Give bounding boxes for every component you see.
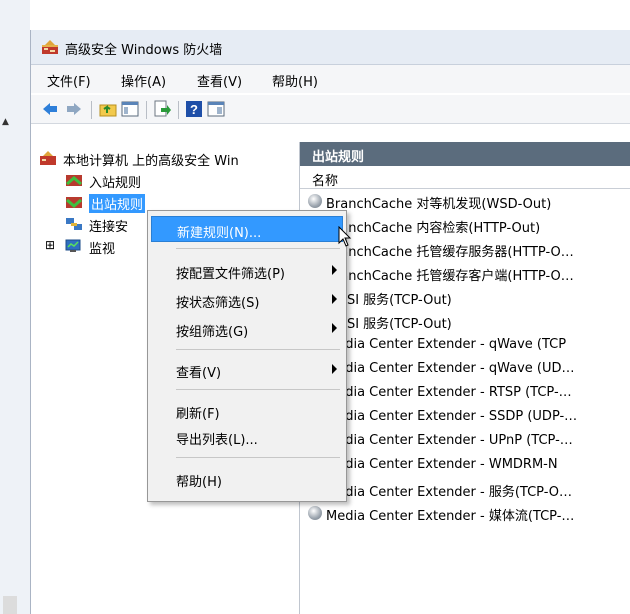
rule-status-icon bbox=[308, 194, 322, 208]
rule-row[interactable]: Media Center Extender - RTSP (TCP-… bbox=[300, 382, 630, 404]
menu-item-new-rule[interactable]: 新建规则(N)... bbox=[151, 216, 343, 242]
menu-item-label: 导出列表(L)... bbox=[176, 433, 258, 448]
svg-text:?: ? bbox=[190, 102, 198, 117]
monitoring-icon bbox=[65, 239, 81, 252]
rule-name: Media Center Extender - UPnP (TCP-… bbox=[326, 433, 573, 448]
menu-item-label: 查看(V) bbox=[176, 366, 222, 381]
menu-bar: 文件(F) 操作(A) 查看(V) 帮助(H) bbox=[31, 65, 630, 93]
rule-row[interactable]: Media Center Extender - 服务(TCP-O… bbox=[300, 478, 630, 500]
submenu-arrow-icon bbox=[332, 364, 337, 374]
rule-name: BranchCache 托管缓存服务器(HTTP-O… bbox=[326, 245, 574, 260]
connection-security-icon bbox=[66, 218, 82, 230]
menu-item-label: 新建规则(N)... bbox=[177, 226, 262, 241]
rule-row[interactable]: Media Center Extender - SSDP (UDP-… bbox=[300, 406, 630, 428]
rule-row[interactable]: Media Center Extender - UPnP (TCP-… bbox=[300, 430, 630, 452]
rule-name: Media Center Extender - 媒体流(TCP-… bbox=[326, 509, 575, 524]
up-folder-icon[interactable] bbox=[99, 100, 117, 118]
menu-item-refresh[interactable]: 刷新(F) bbox=[151, 398, 343, 424]
rule-row[interactable]: Media Center Extender - WMDRM-N bbox=[300, 454, 630, 476]
context-menu: 新建规则(N)... 按配置文件筛选(P) 按状态筛选(S) 按组筛选(G) 查… bbox=[147, 210, 347, 502]
menu-help[interactable]: 帮助(H) bbox=[272, 71, 318, 90]
rule-name: BranchCache 对等机发现(WSD-Out) bbox=[326, 197, 552, 212]
menu-item-label: 按组筛选(G) bbox=[176, 325, 249, 340]
menu-item-filter-by-group[interactable]: 按组筛选(G) bbox=[151, 316, 343, 342]
scrollbar-thumb[interactable] bbox=[3, 596, 17, 614]
menu-item-filter-by-profile[interactable]: 按配置文件筛选(P) bbox=[151, 258, 343, 284]
help-icon[interactable]: ? bbox=[185, 100, 203, 118]
menu-item-label: 刷新(F) bbox=[176, 407, 220, 422]
menu-item-view[interactable]: 查看(V) bbox=[151, 357, 343, 383]
menu-separator bbox=[176, 457, 340, 458]
rule-row[interactable]: Media Center Extender - qWave (TCP bbox=[300, 334, 630, 356]
rule-row[interactable]: BranchCache 托管缓存客户端(HTTP-O… bbox=[300, 262, 630, 284]
export-list-icon[interactable] bbox=[153, 100, 171, 118]
menu-file[interactable]: 文件(F) bbox=[47, 71, 91, 90]
title-bar: 高级安全 Windows 防火墙 bbox=[31, 30, 630, 65]
scroll-up-arrow-icon[interactable]: ▲ bbox=[2, 117, 9, 127]
column-header-name[interactable]: 名称 bbox=[300, 168, 630, 189]
rule-name: Media Center Extender - qWave (TCP bbox=[326, 337, 567, 352]
tree-item-outbound-rules[interactable]: 出站规则 bbox=[65, 192, 295, 213]
rule-name: BranchCache 内容检索(HTTP-Out) bbox=[326, 221, 541, 236]
tree-item-label: 入站规则 bbox=[89, 176, 142, 191]
menu-item-export-list[interactable]: 导出列表(L)... bbox=[151, 424, 343, 450]
menu-action[interactable]: 操作(A) bbox=[121, 71, 166, 90]
properties-icon[interactable] bbox=[207, 100, 225, 118]
pane-header-title: 出站规则 bbox=[312, 150, 365, 165]
inbound-rules-icon bbox=[66, 175, 82, 186]
show-hide-tree-icon[interactable] bbox=[121, 100, 139, 118]
tree-item-label: 监视 bbox=[89, 242, 116, 257]
menu-item-help[interactable]: 帮助(H) bbox=[151, 466, 343, 492]
menu-separator bbox=[176, 349, 340, 350]
menu-item-label: 按配置文件筛选(P) bbox=[176, 267, 285, 282]
rule-row[interactable]: iSCSI 服务(TCP-Out) bbox=[300, 286, 630, 308]
menu-item-label: 帮助(H) bbox=[176, 475, 222, 490]
rule-row[interactable]: Media Center Extender - qWave (UD… bbox=[300, 358, 630, 380]
submenu-arrow-icon bbox=[332, 265, 337, 275]
rule-name: Media Center Extender - 服务(TCP-O… bbox=[326, 485, 573, 500]
rule-name: Media Center Extender - qWave (UD… bbox=[326, 361, 575, 376]
submenu-arrow-icon bbox=[332, 323, 337, 333]
tree-item-label: 出站规则 bbox=[89, 194, 146, 213]
firewall-shield-icon bbox=[42, 40, 58, 54]
tree-item-inbound-rules[interactable]: 入站规则 bbox=[65, 170, 295, 191]
rule-row[interactable]: iSCSI 服务(TCP-Out) bbox=[300, 310, 630, 332]
outbound-rules-icon bbox=[66, 197, 82, 208]
rule-name: Media Center Extender - RTSP (TCP-… bbox=[326, 385, 572, 400]
toolbar-separator bbox=[178, 101, 179, 119]
menu-separator bbox=[176, 248, 340, 249]
forward-arrow-icon[interactable] bbox=[65, 100, 83, 118]
rule-name: BranchCache 托管缓存客户端(HTTP-O… bbox=[326, 269, 574, 284]
rule-name: Media Center Extender - SSDP (UDP-… bbox=[326, 409, 578, 424]
menu-separator bbox=[176, 389, 340, 390]
rule-row[interactable]: Media Center Extender - 媒体流(TCP-… bbox=[300, 502, 630, 524]
outbound-rules-pane: 出站规则 名称 BranchCache 对等机发现(WSD-Out) Branch… bbox=[300, 142, 630, 614]
tree-item-label: 连接安 bbox=[89, 220, 129, 235]
pane-header: 出站规则 bbox=[300, 142, 630, 166]
expand-plus-icon[interactable]: ⊞ bbox=[45, 238, 55, 252]
toolbar-separator bbox=[91, 101, 92, 119]
mouse-pointer-icon bbox=[338, 226, 352, 247]
column-header-label: 名称 bbox=[312, 174, 339, 189]
tree-root-label: 本地计算机 上的高级安全 Win bbox=[63, 154, 239, 169]
adjacent-pane-strip: ▲ bbox=[0, 0, 30, 614]
menu-item-filter-by-state[interactable]: 按状态筛选(S) bbox=[151, 287, 343, 313]
tree-root[interactable]: 本地计算机 上的高级安全 Win bbox=[39, 148, 297, 169]
rule-status-icon bbox=[308, 506, 322, 520]
toolbar-separator bbox=[146, 101, 147, 119]
rule-row[interactable]: BranchCache 对等机发现(WSD-Out) bbox=[300, 190, 630, 212]
menu-item-label: 按状态筛选(S) bbox=[176, 296, 260, 311]
window-title: 高级安全 Windows 防火墙 bbox=[65, 43, 223, 58]
toolbar: ? bbox=[31, 95, 630, 124]
menu-view[interactable]: 查看(V) bbox=[197, 71, 242, 90]
firewall-shield-icon bbox=[40, 151, 56, 165]
submenu-arrow-icon bbox=[332, 294, 337, 304]
back-arrow-icon[interactable] bbox=[41, 100, 59, 118]
rule-name: Media Center Extender - WMDRM-N bbox=[326, 457, 558, 472]
